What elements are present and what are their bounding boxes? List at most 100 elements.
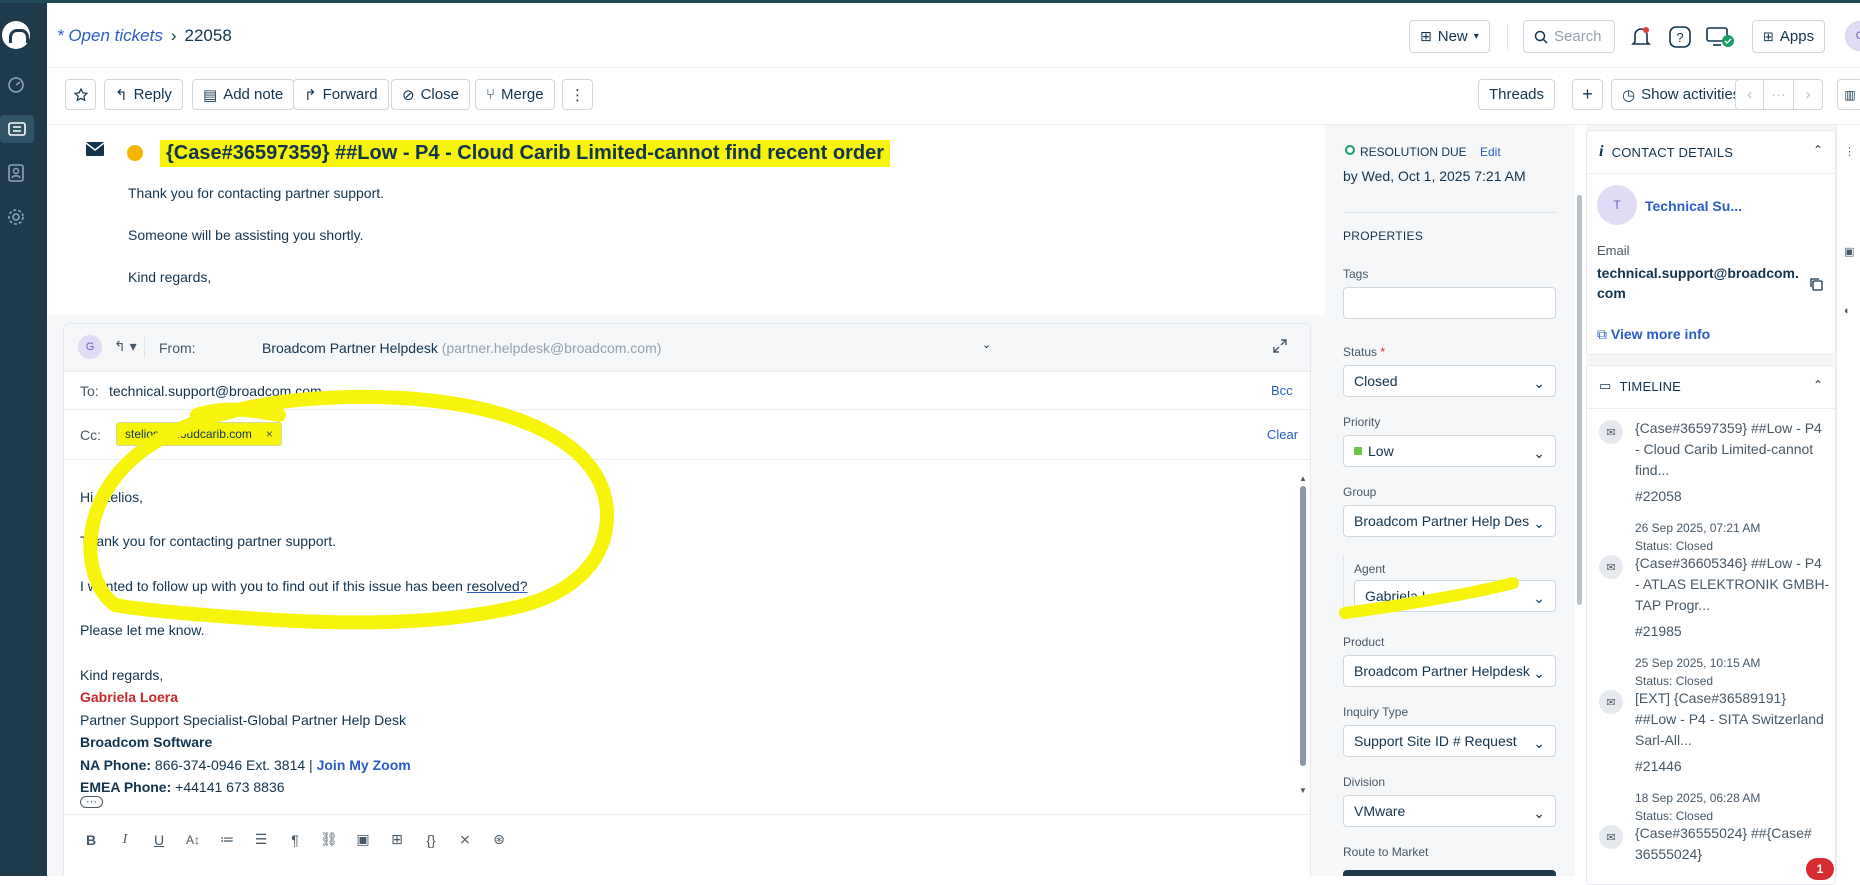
- add-thread-button[interactable]: +: [1572, 79, 1603, 110]
- cc-label: Cc:: [80, 427, 101, 443]
- expand-editor-icon[interactable]: [1272, 338, 1288, 354]
- scroll-down-icon[interactable]: ▼: [1299, 786, 1307, 795]
- editor-scrollbar[interactable]: ▲ ▼: [1299, 474, 1307, 804]
- signature-title: Partner Support Specialist-Global Partne…: [80, 712, 407, 728]
- from-name: Broadcom Partner Helpdesk: [262, 340, 438, 356]
- from-email: (partner.helpdesk@broadcom.com): [441, 340, 662, 356]
- ai-assist-icon[interactable]: ⊛: [482, 831, 516, 848]
- timeline-item-number: #21446: [1635, 758, 1682, 774]
- help-question-icon[interactable]: ?: [1666, 23, 1694, 51]
- route-to-market-select[interactable]: [1343, 870, 1556, 876]
- agent-status-monitor-icon[interactable]: [1703, 23, 1739, 51]
- resolution-due-date: by Wed, Oct 1, 2025 7:21 AM: [1343, 168, 1526, 184]
- notifications-bell-icon[interactable]: [1627, 23, 1655, 51]
- dashboard-icon[interactable]: [2, 71, 30, 99]
- table-icon[interactable]: ⊞: [380, 831, 414, 848]
- product-label: Product: [1343, 635, 1385, 649]
- reply-type-dropdown[interactable]: ↰ ▾: [114, 338, 137, 355]
- image-icon[interactable]: ▣: [346, 831, 380, 848]
- to-field[interactable]: technical.support@broadcom.com: [109, 383, 322, 399]
- threads-button[interactable]: Threads: [1478, 79, 1556, 110]
- tickets-icon[interactable]: [0, 115, 34, 143]
- link-icon[interactable]: ⛓: [312, 831, 346, 848]
- clear-format-icon[interactable]: ⨯: [448, 831, 482, 848]
- message-card: {Case#36597359} ##Low - P4 - Cloud Carib…: [47, 125, 1325, 315]
- helpdesk-logo-icon[interactable]: [2, 21, 30, 49]
- svg-text:?: ?: [1676, 30, 1683, 45]
- from-selector[interactable]: Broadcom Partner Helpdesk (partner.helpd…: [262, 340, 661, 356]
- external-link-icon: ⧉: [1597, 326, 1607, 342]
- next-ticket-button[interactable]: ›: [1794, 80, 1822, 109]
- right-sidebar: i CONTACT DETAILS ⌃ T Technical Su... Em…: [1586, 125, 1837, 885]
- message-line-3: Kind regards,: [128, 269, 212, 285]
- rail-app-icon[interactable]: ⋮: [1844, 145, 1855, 158]
- sentiment-emoji-icon: [127, 145, 143, 161]
- timeline-header[interactable]: ▭ TIMELINE: [1599, 378, 1681, 394]
- apps-button[interactable]: ⊞ Apps: [1752, 20, 1826, 53]
- previous-ticket-button[interactable]: ‹: [1736, 80, 1765, 109]
- timeline-item[interactable]: ✉ {Case#36597359} ##Low - P4 - Cloud Car…: [1599, 418, 1829, 553]
- user-avatar[interactable]: G: [1845, 21, 1860, 51]
- rail-app-icon[interactable]: ▣: [1844, 245, 1854, 258]
- properties-scrollbar[interactable]: [1577, 195, 1582, 605]
- join-zoom-link[interactable]: Join My Zoom: [317, 757, 411, 773]
- product-select[interactable]: Broadcom Partner Helpdesk ⌄: [1343, 655, 1556, 687]
- add-note-button[interactable]: ▤ Add note: [192, 79, 295, 110]
- collapse-sidebar-button[interactable]: ▥: [1837, 79, 1860, 110]
- forward-button[interactable]: ↱ Forward: [293, 79, 389, 110]
- cc-recipient-chip[interactable]: stelios@cloudcarib.com ×: [116, 422, 282, 446]
- collapse-chevron-up-icon[interactable]: ⌃: [1813, 378, 1823, 392]
- rail-app-icon[interactable]: ◐: [1844, 305, 1851, 317]
- code-braces-icon[interactable]: {}: [414, 832, 448, 848]
- emea-phone-value: +44141 673 8836: [171, 779, 285, 795]
- view-more-label: View more info: [1610, 326, 1711, 342]
- copy-icon[interactable]: [1809, 277, 1823, 291]
- star-button[interactable]: [65, 79, 96, 110]
- show-activities-label: Show activities: [1641, 86, 1741, 103]
- status-select[interactable]: Closed ⌄: [1343, 365, 1556, 397]
- paragraph-icon[interactable]: ¶: [278, 832, 312, 848]
- agent-select[interactable]: Gabriela Loera ⌄: [1354, 580, 1556, 612]
- bold-icon[interactable]: B: [74, 832, 108, 848]
- close-ticket-button[interactable]: ⊘ Close: [391, 79, 470, 110]
- timeline-item-date: 26 Sep 2025, 07:21 AM: [1635, 521, 1761, 535]
- settings-gear-icon[interactable]: [2, 203, 30, 231]
- tags-input[interactable]: [1343, 287, 1556, 319]
- pager-middle[interactable]: ···: [1764, 80, 1794, 109]
- italic-icon[interactable]: I: [108, 832, 142, 848]
- merge-button[interactable]: ⑂ Merge: [475, 79, 555, 110]
- contact-name-link[interactable]: Technical Su...: [1645, 198, 1742, 214]
- priority-select[interactable]: Low ⌄: [1343, 435, 1556, 467]
- show-activities-button[interactable]: ◷ Show activities: [1611, 79, 1752, 110]
- reply-button[interactable]: ↰ Reply: [104, 79, 183, 110]
- contact-details-header[interactable]: i CONTACT DETAILS: [1599, 143, 1733, 161]
- editor-scrollbar-thumb[interactable]: [1300, 486, 1306, 766]
- division-select[interactable]: VMware ⌄: [1343, 795, 1556, 827]
- from-chevron-down-icon[interactable]: ⌄: [982, 338, 991, 351]
- timeline-item[interactable]: ✉ [EXT] {Case#36589191} ##Low - P4 - SIT…: [1599, 688, 1829, 823]
- inquiry-type-select[interactable]: Support Site ID # Request ⌄: [1343, 725, 1556, 757]
- timeline-item[interactable]: ✉ {Case#36555024} ##{Case# 36555024}: [1599, 823, 1829, 883]
- search-input[interactable]: Search: [1523, 20, 1615, 53]
- remove-recipient-icon[interactable]: ×: [266, 427, 273, 441]
- numbered-list-icon[interactable]: ≔: [210, 831, 244, 848]
- apps-rail: ⋮ ▣ ◐: [1836, 125, 1860, 876]
- font-size-icon[interactable]: A↕: [176, 833, 210, 847]
- bulleted-list-icon[interactable]: ☰: [244, 831, 278, 848]
- collapse-chevron-up-icon[interactable]: ⌃: [1813, 143, 1823, 157]
- scroll-up-icon[interactable]: ▲: [1299, 474, 1307, 483]
- resolution-edit-link[interactable]: Edit: [1480, 145, 1501, 159]
- underline-icon[interactable]: U: [142, 832, 176, 848]
- timeline-item[interactable]: ✉ {Case#36605346} ##Low - P4 - ATLAS ELE…: [1599, 553, 1830, 688]
- group-select[interactable]: Broadcom Partner Help Des ⌄: [1343, 505, 1556, 537]
- more-actions-button[interactable]: ⋮: [562, 79, 593, 110]
- show-quoted-text-button[interactable]: ···: [80, 796, 103, 808]
- new-button[interactable]: ⊞ New ▾: [1409, 20, 1490, 53]
- view-more-info-link[interactable]: ⧉ View more info: [1597, 326, 1710, 343]
- notification-badge[interactable]: 1: [1806, 858, 1834, 880]
- bcc-link[interactable]: Bcc: [1271, 383, 1293, 398]
- breadcrumb-open-tickets-link[interactable]: * Open tickets: [57, 26, 163, 46]
- clear-cc-link[interactable]: Clear: [1267, 427, 1298, 442]
- contacts-icon[interactable]: [2, 159, 30, 187]
- timeline-item-title: {Case#36605346} ##Low - P4 - ATLAS ELEKT…: [1635, 555, 1830, 613]
